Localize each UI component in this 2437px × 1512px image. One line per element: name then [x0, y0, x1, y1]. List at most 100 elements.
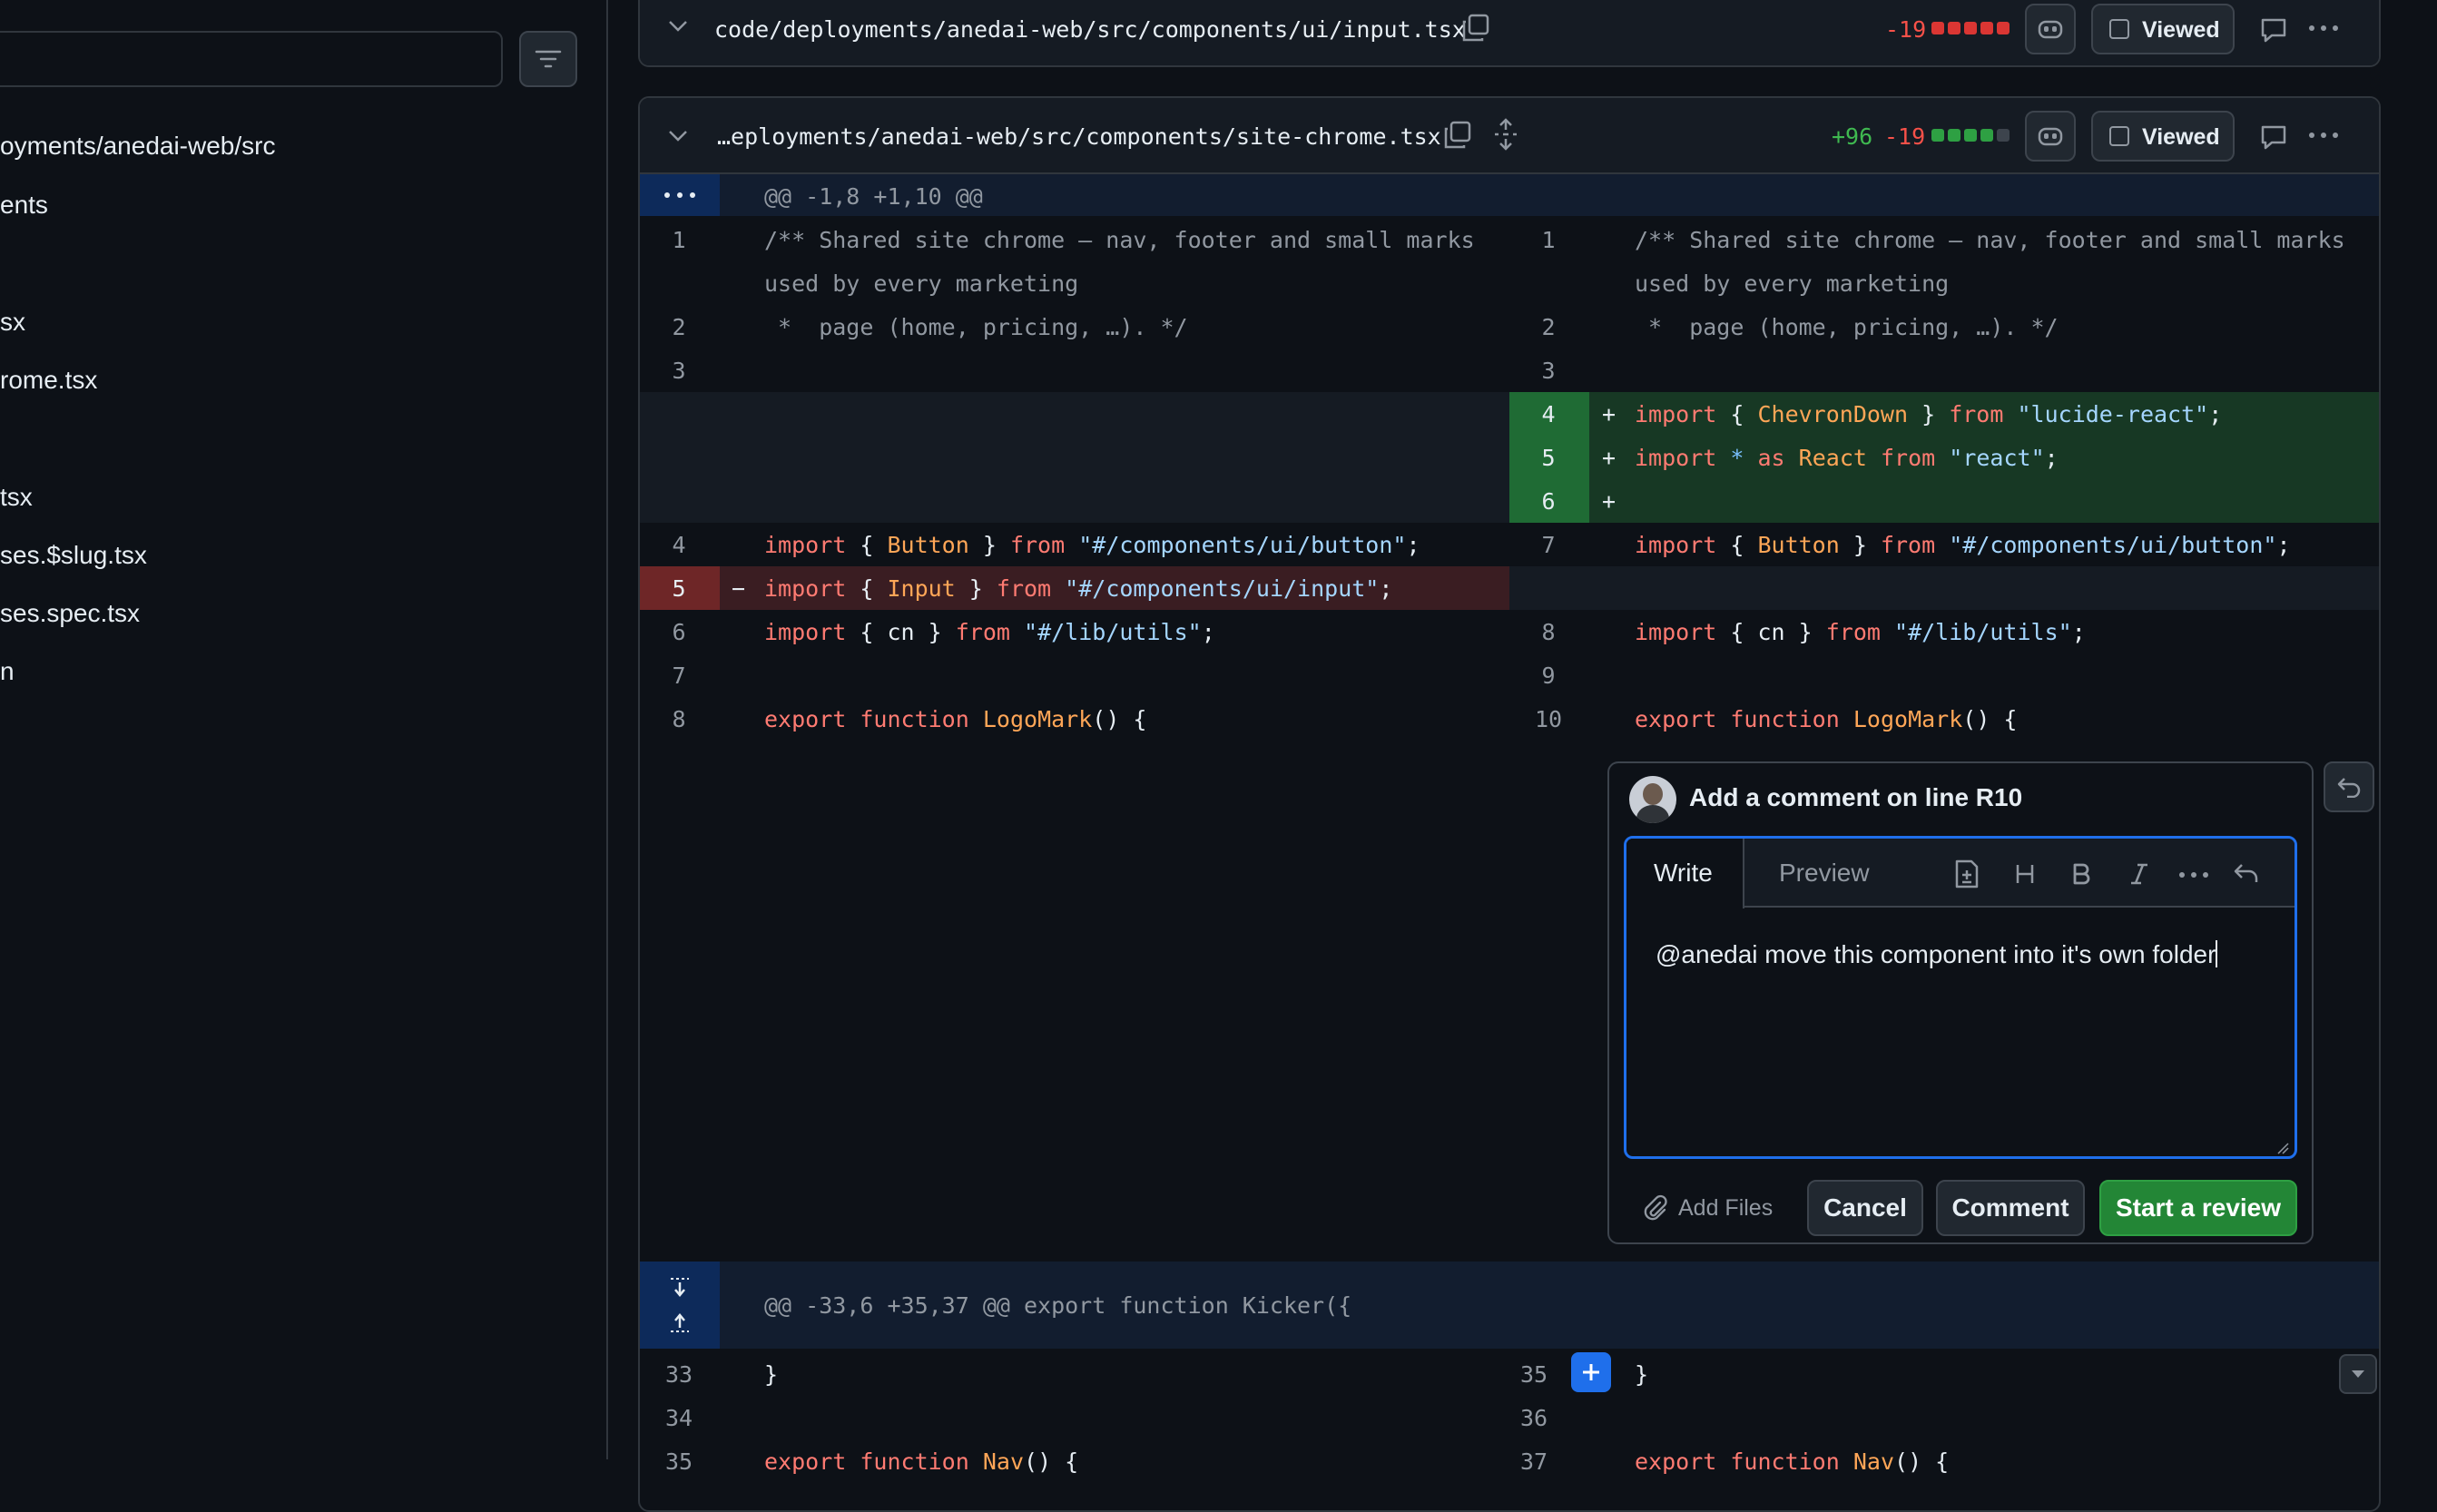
left-line-number[interactable]: 1	[640, 227, 718, 253]
file-tree-sidebar: oyments/anedai-web/src ents sx rome.tsx …	[0, 0, 608, 1459]
code-line: }	[764, 1361, 779, 1388]
viewed-label: Viewed	[2142, 17, 2220, 43]
right-line-number[interactable]: 35	[1495, 1361, 1573, 1388]
table-row: 1 /** Shared site chrome — nav, footer a…	[640, 218, 2379, 305]
left-line-number[interactable]: 5	[640, 575, 718, 602]
deletions-count: -19	[1884, 123, 1926, 150]
left-line-number[interactable]: 2	[640, 314, 718, 340]
resize-handle-icon[interactable]	[2276, 1142, 2289, 1154]
right-line-number[interactable]: 9	[1509, 663, 1587, 689]
avatar	[1629, 776, 1676, 823]
file-path[interactable]: code/deployments/anedai-web/src/componen…	[714, 16, 1466, 43]
comment-icon[interactable]	[2259, 123, 2288, 151]
scroll-down-button[interactable]	[2339, 1354, 2377, 1394]
right-line-number[interactable]: 1	[1509, 227, 1587, 253]
left-line-number[interactable]: 6	[640, 619, 718, 645]
chevron-down-icon[interactable]	[667, 129, 689, 143]
viewed-toggle[interactable]: Viewed	[2091, 111, 2235, 162]
viewed-toggle[interactable]: Viewed	[2091, 4, 2235, 54]
right-line-number[interactable]: 36	[1495, 1405, 1573, 1431]
expand-up-icon[interactable]	[669, 1312, 691, 1334]
bold-icon[interactable]	[2071, 863, 2091, 885]
copy-icon[interactable]	[1460, 13, 1491, 44]
tree-item-file[interactable]: ses.spec.tsx	[0, 599, 140, 628]
code-line: export function Nav() {	[764, 1448, 1079, 1475]
comment-button[interactable]: Comment	[1936, 1180, 2085, 1236]
code-line: import { Button } from "#/components/ui/…	[1635, 532, 2291, 558]
more-options-icon[interactable]	[2308, 24, 2339, 33]
code-line: import { Input } from "#/components/ui/i…	[764, 575, 1393, 602]
right-line-number[interactable]: 7	[1509, 532, 1587, 558]
table-row: 2 * page (home, pricing, …). */ 2 * page…	[640, 305, 2379, 349]
code-line: import { Button } from "#/components/ui/…	[764, 532, 1420, 558]
code-line: /** Shared site chrome — nav, footer and…	[1635, 227, 2345, 253]
code-line: used by every marketing	[1635, 270, 1950, 297]
viewed-checkbox[interactable]	[2109, 126, 2129, 146]
copilot-button[interactable]	[2025, 4, 2076, 54]
tree-item-folder[interactable]: oyments/anedai-web/src	[0, 132, 275, 161]
plus-icon	[1583, 1364, 1599, 1380]
left-line-number[interactable]: 4	[640, 532, 718, 558]
code-line: /** Shared site chrome — nav, footer and…	[764, 227, 1475, 253]
tree-item-file[interactable]: tsx	[0, 483, 33, 512]
code-line: }	[1635, 1361, 1649, 1388]
right-line-number[interactable]: 6	[1509, 488, 1587, 515]
table-row: 3 3	[640, 349, 2379, 392]
add-line-comment-button[interactable]	[1571, 1352, 1611, 1392]
right-line-number[interactable]: 2	[1509, 314, 1587, 340]
table-row: 33 } 35 }	[640, 1350, 2379, 1394]
cancel-button[interactable]: Cancel	[1807, 1180, 1923, 1236]
file-path[interactable]: …eployments/anedai-web/src/components/si…	[717, 123, 1441, 150]
more-options-icon[interactable]	[2308, 131, 2339, 140]
add-marker: +	[1602, 488, 1616, 515]
chevron-down-icon[interactable]	[667, 19, 689, 34]
table-row: 8 export function LogoMark() { 10 export…	[640, 697, 2379, 741]
expand-down-icon[interactable]	[669, 1276, 691, 1298]
filter-button[interactable]	[519, 31, 577, 87]
tab-write[interactable]: Write	[1626, 839, 1744, 908]
left-line-number[interactable]: 7	[640, 663, 718, 689]
expand-hunk-button[interactable]	[640, 1262, 720, 1349]
italic-icon[interactable]	[2129, 863, 2149, 885]
left-line-number[interactable]: 34	[640, 1405, 718, 1431]
left-line-number[interactable]: 35	[640, 1448, 718, 1475]
tree-item-file[interactable]: ses.$slug.tsx	[0, 541, 147, 570]
heading-icon[interactable]	[2014, 863, 2036, 885]
code-line: used by every marketing	[764, 270, 1079, 297]
right-line-number[interactable]: 37	[1495, 1448, 1573, 1475]
diff-file-input: code/deployments/anedai-web/src/componen…	[638, 0, 2381, 67]
reply-icon[interactable]	[2233, 862, 2260, 884]
copilot-button[interactable]	[2025, 111, 2076, 162]
right-line-number[interactable]: 5	[1509, 445, 1587, 471]
expand-hunk-button[interactable]	[640, 174, 720, 216]
template-icon[interactable]	[1953, 859, 1980, 889]
undo-button[interactable]	[2324, 761, 2374, 812]
code-line: * page (home, pricing, …). */	[764, 314, 1188, 340]
expand-all-icon[interactable]	[1493, 118, 1518, 151]
file-filter-input[interactable]	[0, 31, 503, 87]
right-line-number[interactable]: 4	[1509, 401, 1587, 427]
copy-icon[interactable]	[1442, 120, 1473, 151]
tree-item-file[interactable]: sx	[0, 308, 25, 337]
code-line: import { cn } from "#/lib/utils";	[1635, 619, 2086, 645]
right-line-number[interactable]: 8	[1509, 619, 1587, 645]
tree-item-folder[interactable]: ents	[0, 191, 48, 220]
left-line-number[interactable]: 33	[640, 1361, 718, 1388]
tab-preview[interactable]: Preview	[1779, 859, 1870, 888]
code-line: export function Nav() {	[1635, 1448, 1950, 1475]
tree-item-file[interactable]: n	[0, 657, 15, 686]
right-line-number[interactable]: 3	[1509, 358, 1587, 384]
add-files-button[interactable]: Add Files	[1642, 1190, 1773, 1226]
add-marker: +	[1602, 401, 1616, 427]
more-formatting-icon[interactable]	[2178, 870, 2209, 879]
viewed-checkbox[interactable]	[2109, 19, 2129, 39]
comment-editor: Write Preview @anedai move this componen…	[1624, 836, 2297, 1159]
right-line-number[interactable]: 10	[1509, 706, 1587, 732]
left-line-number[interactable]: 8	[640, 706, 718, 732]
left-line-number[interactable]: 3	[640, 358, 718, 384]
tree-item-file-active[interactable]: rome.tsx	[0, 366, 97, 395]
hunk-header-text: @@ -1,8 +1,10 @@	[764, 183, 983, 210]
comment-textarea[interactable]: @anedai move this component into it's ow…	[1656, 940, 2218, 969]
comment-icon[interactable]	[2259, 16, 2288, 44]
start-review-button[interactable]: Start a review	[2099, 1180, 2297, 1236]
